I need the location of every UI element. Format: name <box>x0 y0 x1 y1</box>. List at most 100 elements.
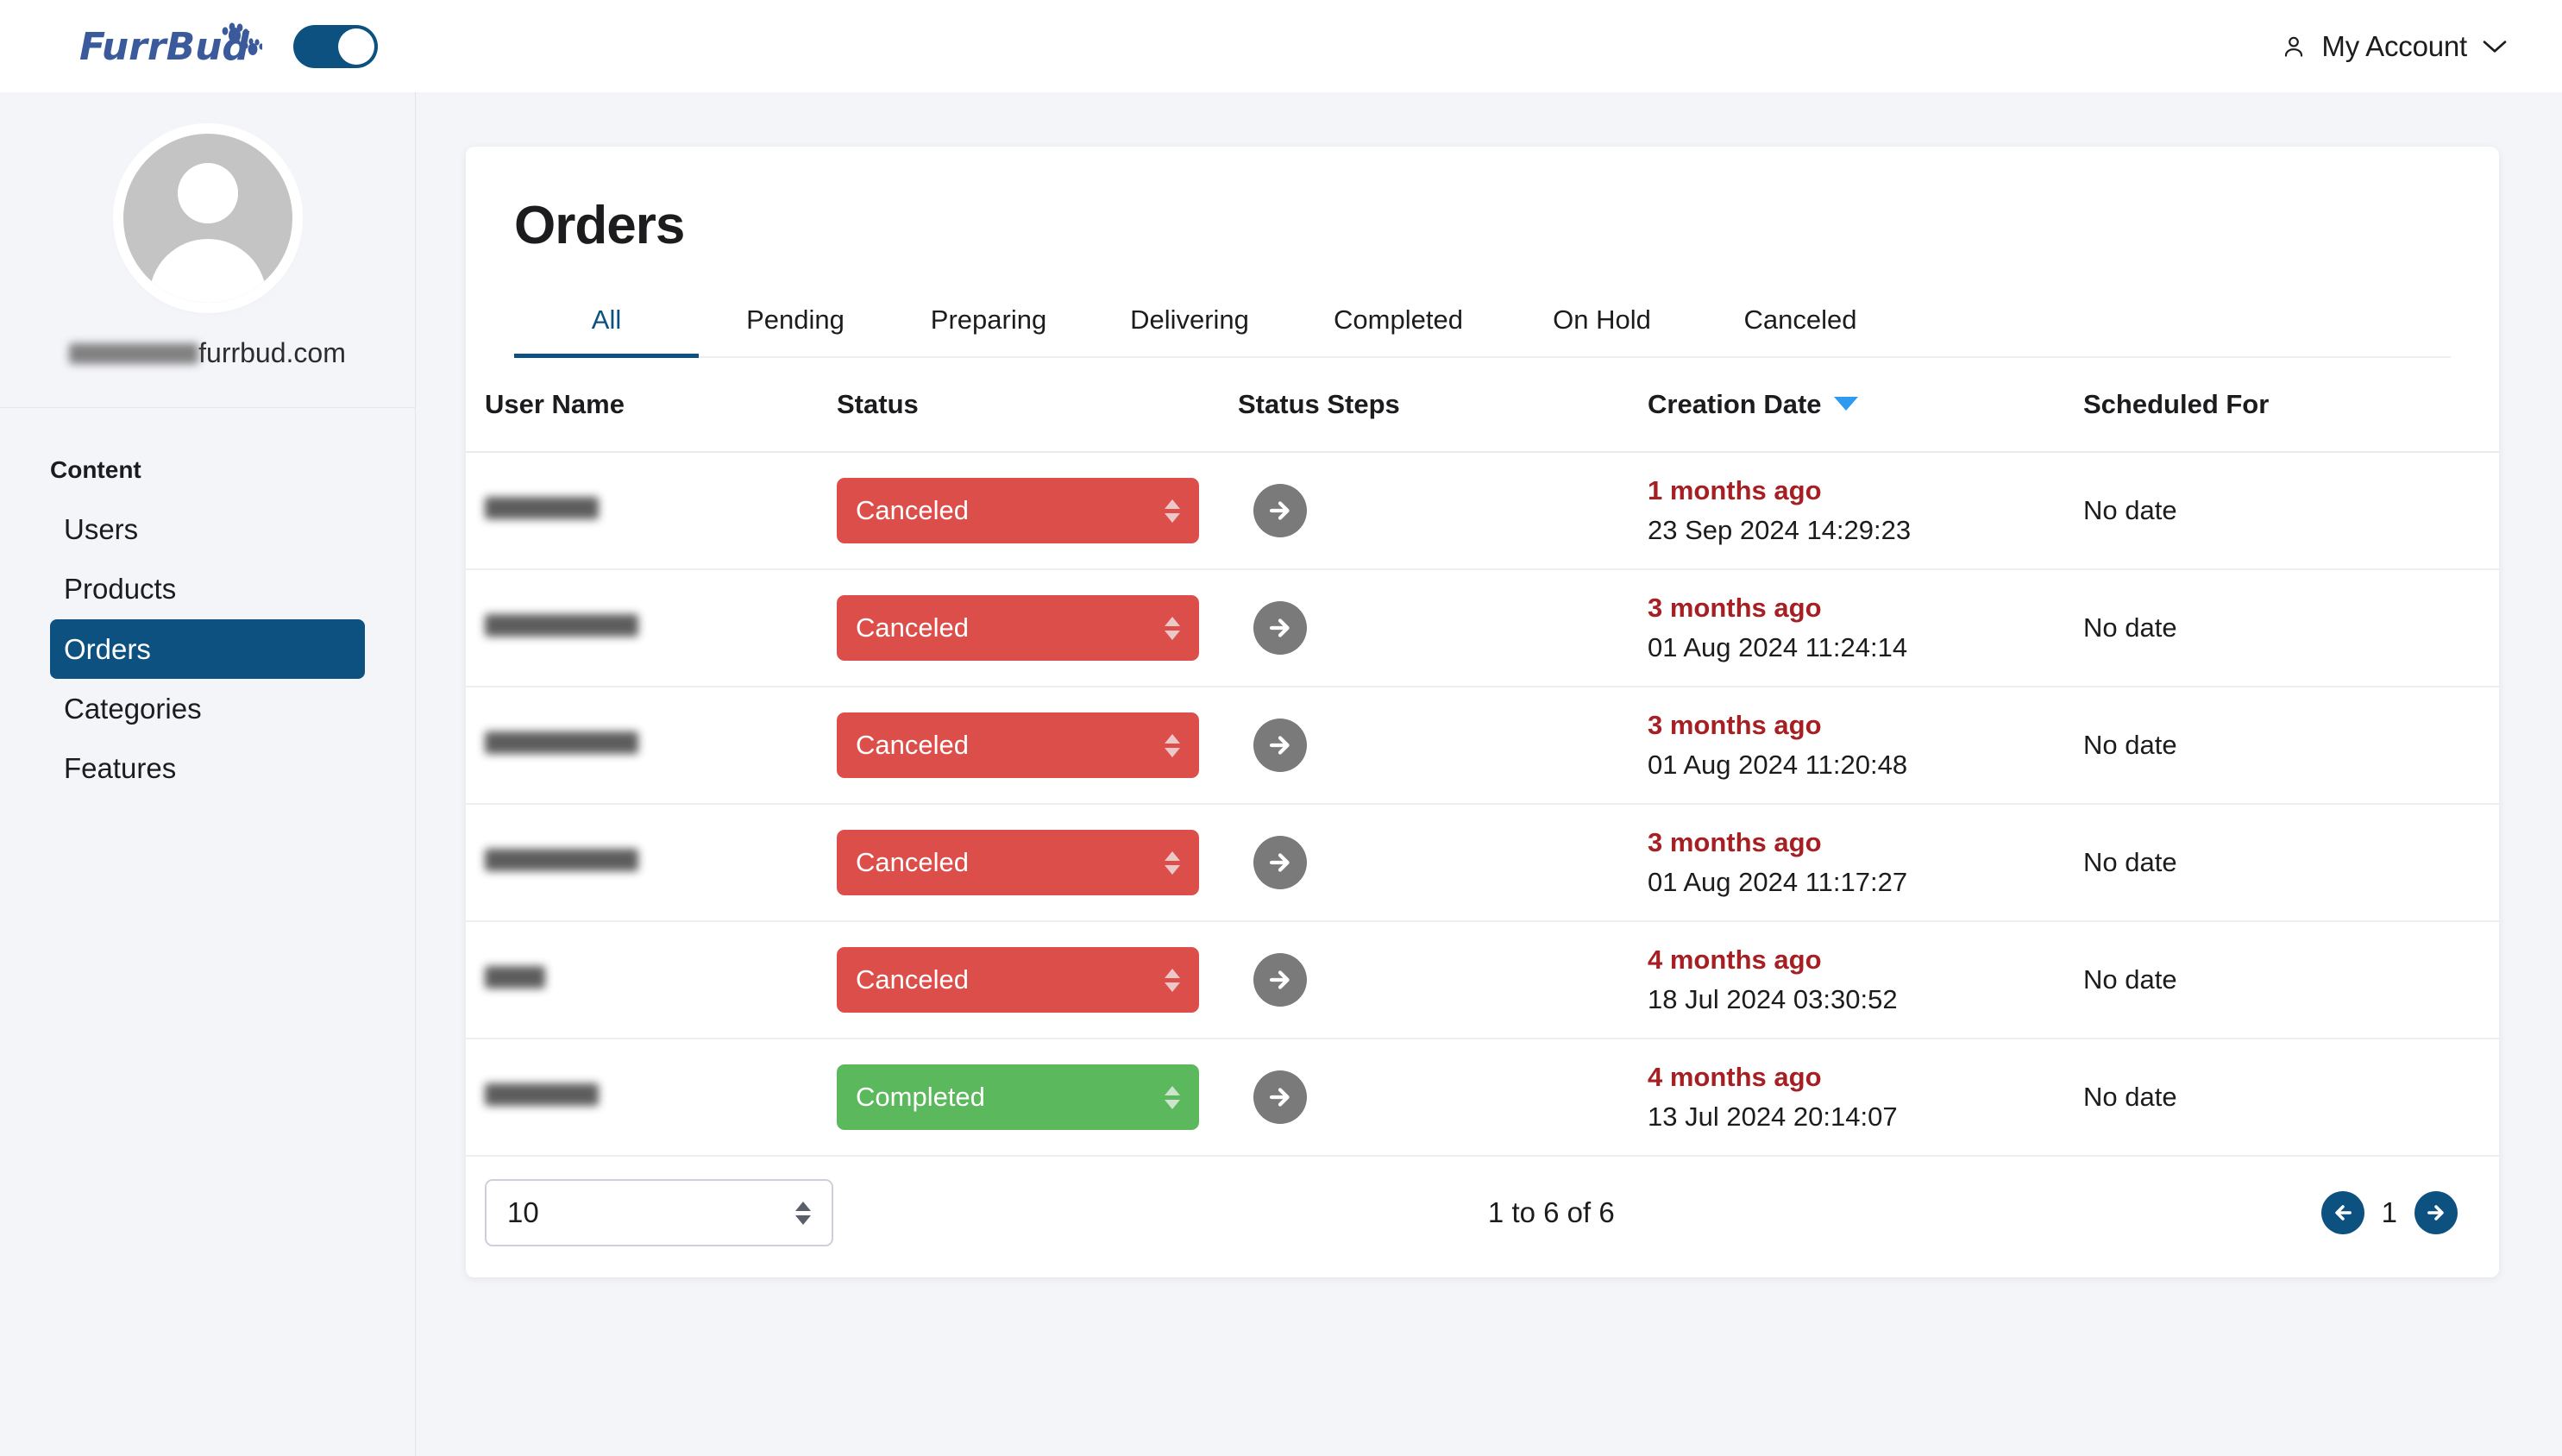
profile-card: furrbud.com <box>0 92 415 408</box>
tab-completed[interactable]: Completed <box>1294 304 1503 356</box>
select-caret-icon <box>1165 969 1180 992</box>
profile-email-suffix: furrbud.com <box>198 337 346 368</box>
status-value: Canceled <box>856 730 969 761</box>
column-label: Scheduled For <box>2083 389 2269 419</box>
orders-table: User Name Status Status Steps Creation D… <box>466 358 2499 1155</box>
sidebar-item-features[interactable]: Features <box>50 738 365 798</box>
cell-status-steps <box>1238 452 1648 569</box>
tab-preparing[interactable]: Preparing <box>892 304 1085 356</box>
sidebar-item-categories[interactable]: Categories <box>50 679 365 738</box>
redacted-user-name <box>485 497 599 519</box>
status-select[interactable]: Canceled <box>837 830 1199 895</box>
relative-date: 3 months ago <box>1648 827 2083 858</box>
relative-date: 3 months ago <box>1648 710 2083 741</box>
relative-date: 4 months ago <box>1648 945 2083 976</box>
select-caret-icon <box>1165 617 1180 640</box>
cell-status-steps <box>1238 804 1648 921</box>
my-account-menu[interactable]: My Account <box>2280 30 2509 63</box>
tab-label: Pending <box>746 304 845 336</box>
tab-canceled[interactable]: Canceled <box>1701 304 1900 356</box>
select-caret-icon <box>1165 499 1180 523</box>
advance-status-arrow-icon[interactable] <box>1253 719 1307 772</box>
toggle-knob <box>338 28 374 65</box>
cell-status: Canceled <box>837 687 1238 804</box>
cell-status: Canceled <box>837 569 1238 687</box>
advance-status-arrow-icon[interactable] <box>1253 601 1307 655</box>
table-head: User Name Status Status Steps Creation D… <box>466 358 2499 452</box>
tab-label: On Hold <box>1553 304 1651 336</box>
advance-status-arrow-icon[interactable] <box>1253 484 1307 537</box>
cell-status-steps <box>1238 921 1648 1039</box>
advance-status-arrow-icon[interactable] <box>1253 953 1307 1007</box>
absolute-date: 01 Aug 2024 11:17:27 <box>1648 867 2083 898</box>
redacted-email-part <box>69 343 198 364</box>
chevron-down-icon[interactable] <box>2481 38 2509 55</box>
page-title: Orders <box>514 195 2451 256</box>
tab-label: Preparing <box>931 304 1046 336</box>
account-label: My Account <box>2321 30 2467 63</box>
sidebar: furrbud.com Content Users Products Order… <box>0 92 416 1456</box>
cell-scheduled-for: No date <box>2083 804 2499 921</box>
tab-all[interactable]: All <box>514 304 699 356</box>
advance-status-arrow-icon[interactable] <box>1253 1070 1307 1124</box>
cell-scheduled-for: No date <box>2083 921 2499 1039</box>
advance-status-arrow-icon[interactable] <box>1253 836 1307 889</box>
absolute-date: 23 Sep 2024 14:29:23 <box>1648 515 2083 546</box>
column-header-scheduled-for[interactable]: Scheduled For <box>2083 358 2499 452</box>
column-header-status[interactable]: Status <box>837 358 1238 452</box>
table-row[interactable]: Canceled 4 months ago 18 Jul 2024 03:30:… <box>466 921 2499 1039</box>
tab-delivering[interactable]: Delivering <box>1085 304 1294 356</box>
status-value: Completed <box>856 1082 985 1113</box>
status-value: Canceled <box>856 612 969 643</box>
cell-creation-date: 3 months ago 01 Aug 2024 11:24:14 <box>1648 569 2083 687</box>
column-label: Status Steps <box>1238 389 1400 419</box>
status-select[interactable]: Canceled <box>837 712 1199 778</box>
pagination-controls: 1 <box>2321 1191 2458 1234</box>
arrow-right-circle-icon[interactable] <box>2414 1191 2458 1234</box>
status-tabs: All Pending Preparing Delivering Complet… <box>514 304 2451 358</box>
cell-status-steps <box>1238 687 1648 804</box>
cell-creation-date: 3 months ago 01 Aug 2024 11:20:48 <box>1648 687 2083 804</box>
column-header-status-steps[interactable]: Status Steps <box>1238 358 1648 452</box>
sidebar-item-users[interactable]: Users <box>50 499 365 559</box>
cell-user-name <box>466 1039 837 1155</box>
table-row[interactable]: Completed 4 months ago 13 Jul 2024 20:14… <box>466 1039 2499 1155</box>
relative-date: 3 months ago <box>1648 593 2083 624</box>
redacted-user-name <box>485 849 638 871</box>
table-row[interactable]: Canceled 3 months ago 01 Aug 2024 11:17:… <box>466 804 2499 921</box>
status-select[interactable]: Canceled <box>837 478 1199 543</box>
tab-label: All <box>592 304 621 336</box>
sidebar-item-products[interactable]: Products <box>50 559 365 618</box>
redacted-user-name <box>485 614 638 637</box>
table-row[interactable]: Canceled 1 months ago 23 Sep 2024 14:29:… <box>466 452 2499 569</box>
current-page-number[interactable]: 1 <box>2382 1196 2397 1229</box>
cell-scheduled-for: No date <box>2083 569 2499 687</box>
status-select[interactable]: Completed <box>837 1064 1199 1130</box>
cell-status: Canceled <box>837 804 1238 921</box>
table-row[interactable]: Canceled 3 months ago 01 Aug 2024 11:20:… <box>466 687 2499 804</box>
tab-pending[interactable]: Pending <box>699 304 892 356</box>
column-label: User Name <box>485 389 625 419</box>
column-header-creation-date[interactable]: Creation Date <box>1648 358 2083 452</box>
tab-on-hold[interactable]: On Hold <box>1503 304 1701 356</box>
status-select[interactable]: Canceled <box>837 595 1199 661</box>
column-header-user-name[interactable]: User Name <box>466 358 837 452</box>
cell-user-name <box>466 569 837 687</box>
furrbud-logo[interactable]: FurrBud <box>79 20 262 73</box>
pagination-range: 1 to 6 of 6 <box>782 1196 2321 1229</box>
arrow-left-circle-icon[interactable] <box>2321 1191 2364 1234</box>
table-header-row: User Name Status Status Steps Creation D… <box>466 358 2499 452</box>
sidebar-nav: Content Users Products Orders Categories… <box>0 408 415 798</box>
sidebar-item-orders[interactable]: Orders <box>50 619 365 679</box>
sort-descending-icon[interactable] <box>1834 397 1858 411</box>
status-select[interactable]: Canceled <box>837 947 1199 1013</box>
theme-toggle[interactable] <box>293 25 378 68</box>
cell-creation-date: 4 months ago 18 Jul 2024 03:30:52 <box>1648 921 2083 1039</box>
cell-status: Canceled <box>837 452 1238 569</box>
profile-email: furrbud.com <box>0 337 415 369</box>
cell-user-name <box>466 921 837 1039</box>
table-row[interactable]: Canceled 3 months ago 01 Aug 2024 11:24:… <box>466 569 2499 687</box>
select-caret-icon <box>1165 851 1180 875</box>
cell-scheduled-for: No date <box>2083 1039 2499 1155</box>
person-icon <box>2280 33 2308 60</box>
